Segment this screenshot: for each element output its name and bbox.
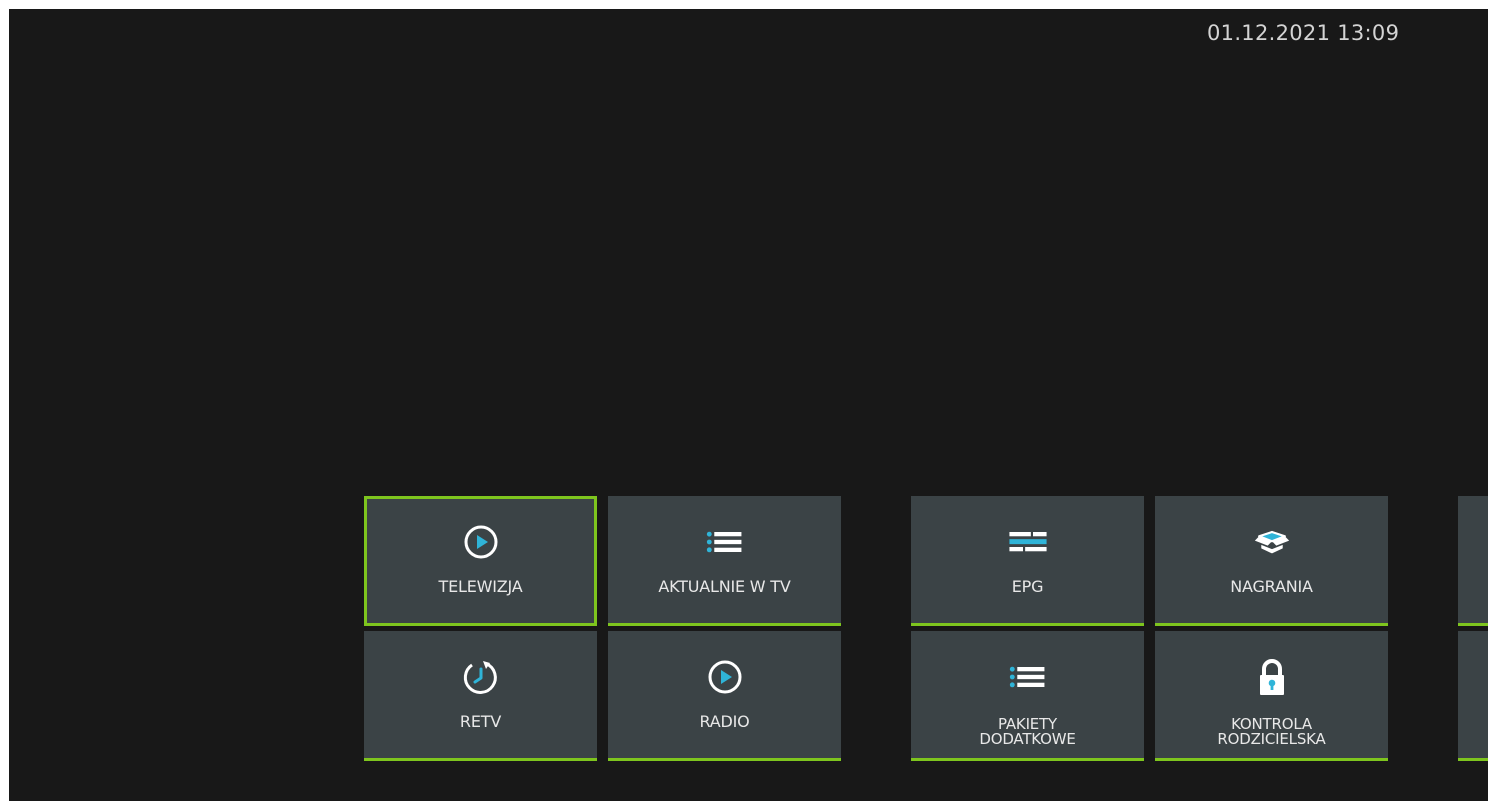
tile-partial-right[interactable] [1458,631,1488,761]
epg-grid-icon [1008,523,1048,561]
padlock-icon [1252,658,1292,696]
tile-label: RADIO [699,712,750,731]
tile-aktualnie-w-tv[interactable]: AKTUALNIE W TV [608,496,841,626]
tile-epg[interactable]: EPG [911,496,1144,626]
play-circle-icon [705,658,745,696]
recordings-box-icon [1252,523,1292,561]
tile-label: TELEWIZJA [438,577,523,596]
tile-label: RETV [459,712,502,731]
tile-label-line2: DODATKOWE [979,730,1076,748]
tv-home-screen: 01.12.2021 13:09 TELEWIZJA AKTUALNIE W T… [9,9,1488,801]
tile-label: PAKIETY DODATKOWE [911,717,1144,747]
tile-label: NAGRANIA [1230,577,1313,596]
tile-nagrania[interactable]: NAGRANIA [1155,496,1388,626]
play-circle-icon [461,523,501,561]
tile-radio[interactable]: RADIO [608,631,841,761]
tile-pakiety-dodatkowe[interactable]: PAKIETY DODATKOWE [911,631,1144,761]
tile-label-line2: RODZICIELSKA [1217,730,1326,748]
tile-label: AKTUALNIE W TV [658,577,791,596]
datetime-display: 01.12.2021 13:09 [1207,21,1400,45]
tile-telewizja[interactable]: TELEWIZJA [364,496,597,626]
list-icon [705,523,745,561]
tile-label: EPG [1011,577,1044,596]
replay-clock-icon [461,658,501,696]
list-icon [1008,658,1048,696]
tile-label: KONTROLA RODZICIELSKA [1155,717,1388,747]
tile-retv[interactable]: RETV [364,631,597,761]
tile-kontrola-rodzicielska[interactable]: KONTROLA RODZICIELSKA [1155,631,1388,761]
tile-partial-right[interactable] [1458,496,1488,626]
